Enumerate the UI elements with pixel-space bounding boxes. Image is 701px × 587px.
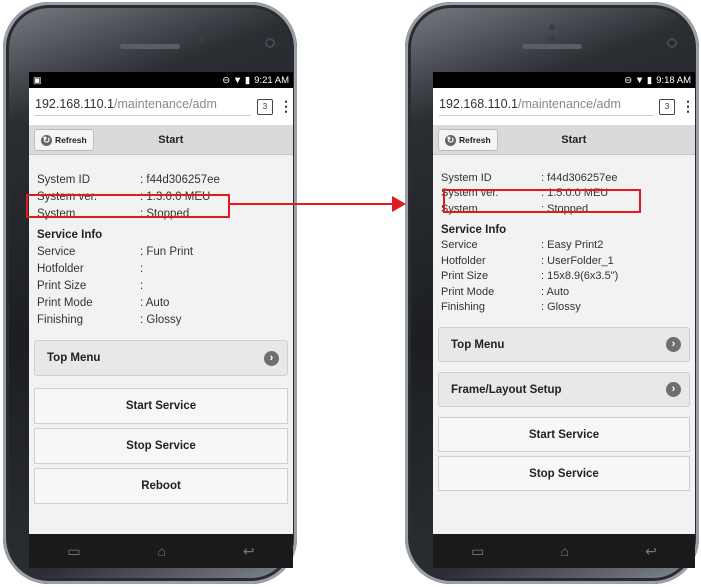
- android-nav-bar: ▭ ⌂ ↩: [433, 534, 695, 568]
- info-row: Finishing: Glossy: [441, 301, 581, 314]
- refresh-button[interactable]: ↻ Refresh: [34, 129, 94, 151]
- frame-layout-setup-button[interactable]: Frame/Layout Setup ›: [438, 372, 690, 407]
- info-row: Hotfolder:: [37, 262, 144, 275]
- refresh-icon: ↻: [41, 134, 52, 146]
- status-bar: ⊖ ▼ ▮ 9:18 AM: [433, 72, 695, 88]
- info-row: Hotfolder: UserFolder_1: [441, 254, 614, 267]
- info-row: Print Size:: [37, 279, 144, 292]
- stop-service-button[interactable]: Stop Service: [438, 456, 690, 491]
- overflow-menu-icon[interactable]: ⋮: [681, 98, 695, 115]
- stop-service-button[interactable]: Stop Service: [34, 428, 288, 464]
- right-phone: ⊖ ▼ ▮ 9:18 AM 192.168.110.1/maintenance/…: [405, 2, 699, 584]
- speaker-grille: [522, 44, 582, 49]
- info-row: System ID: f44d306257ee: [37, 173, 220, 186]
- sensor-dot: [199, 24, 205, 30]
- info-row: Service: Easy Print2: [441, 239, 604, 252]
- service-info-heading: Service Info: [37, 229, 103, 241]
- connector-line: [228, 203, 395, 205]
- top-menu-label: Top Menu: [451, 338, 505, 351]
- top-menu-button[interactable]: Top Menu ›: [34, 340, 288, 376]
- notification-icon: ▣: [33, 74, 42, 85]
- info-row: Print Size: 15x8.9(6x3.5"): [441, 270, 619, 283]
- arrow-right-icon: [392, 196, 406, 212]
- speaker-grille: [120, 44, 180, 49]
- system-info: System ID: f44d306257ee System ver.: 1.5…: [433, 155, 695, 315]
- overflow-menu-icon[interactable]: ⋮: [279, 98, 293, 115]
- sensor-dot: [199, 36, 205, 42]
- top-menu-button[interactable]: Top Menu ›: [438, 327, 690, 362]
- system-info: System ID: f44d306257ee System ver.: 1.3…: [29, 155, 293, 328]
- reboot-button[interactable]: Reboot: [34, 468, 288, 504]
- front-camera: [667, 38, 677, 48]
- browser-url-bar[interactable]: 192.168.110.1/maintenance/adm 3 ⋮: [29, 88, 293, 126]
- info-row: Finishing: Glossy: [37, 313, 182, 326]
- chevron-right-icon: ›: [264, 350, 279, 366]
- back-icon[interactable]: ↩: [645, 543, 657, 560]
- refresh-label: Refresh: [55, 135, 87, 145]
- status-icons: ⊖ ▼ ▮: [222, 74, 251, 86]
- tab-switcher-button[interactable]: 3: [257, 98, 273, 115]
- left-version-highlight: [26, 194, 230, 218]
- refresh-label: Refresh: [459, 135, 491, 145]
- sensor-dot: [549, 36, 555, 42]
- tab-switcher-button[interactable]: 3: [659, 98, 675, 115]
- recent-apps-icon[interactable]: ▭: [67, 543, 80, 560]
- frame-layout-setup-label: Frame/Layout Setup: [451, 383, 562, 396]
- info-row: Print Mode: Auto: [37, 296, 170, 309]
- page-header: ↻ Refresh Start: [29, 126, 293, 155]
- sensor-dot: [549, 24, 555, 30]
- page-title: Start: [158, 134, 184, 146]
- back-icon[interactable]: ↩: [243, 543, 255, 560]
- refresh-button[interactable]: ↻ Refresh: [438, 129, 498, 151]
- home-icon[interactable]: ⌂: [561, 543, 569, 559]
- info-row: Service: Fun Print: [37, 245, 194, 258]
- home-icon[interactable]: ⌂: [158, 543, 166, 559]
- info-row: System ID: f44d306257ee: [441, 171, 618, 184]
- left-phone: ▣ ⊖ ▼ ▮ 9:21 AM 192.168.110.1/maintenanc…: [3, 2, 297, 584]
- recent-apps-icon[interactable]: ▭: [471, 543, 484, 560]
- info-row: Print Mode: Auto: [441, 285, 570, 298]
- chevron-right-icon: ›: [666, 382, 681, 397]
- service-info-heading: Service Info: [441, 223, 507, 236]
- start-service-button[interactable]: Start Service: [34, 388, 288, 424]
- clock: 9:18 AM: [656, 74, 691, 86]
- left-screen: ▣ ⊖ ▼ ▮ 9:21 AM 192.168.110.1/maintenanc…: [29, 72, 293, 534]
- top-menu-label: Top Menu: [47, 352, 101, 364]
- refresh-icon: ↻: [445, 134, 456, 146]
- status-bar: ▣ ⊖ ▼ ▮ 9:21 AM: [29, 72, 293, 88]
- right-version-highlight: [443, 189, 641, 213]
- front-camera: [265, 38, 275, 48]
- browser-url-bar[interactable]: 192.168.110.1/maintenance/adm 3 ⋮: [433, 88, 695, 126]
- start-service-button[interactable]: Start Service: [438, 417, 690, 452]
- url-field[interactable]: 192.168.110.1/maintenance/adm: [35, 97, 251, 116]
- status-icons: ⊖ ▼ ▮: [624, 74, 653, 86]
- right-screen: ⊖ ▼ ▮ 9:18 AM 192.168.110.1/maintenance/…: [433, 72, 695, 534]
- chevron-right-icon: ›: [666, 337, 681, 352]
- url-field[interactable]: 192.168.110.1/maintenance/adm: [439, 97, 653, 116]
- page-title: Start: [561, 134, 587, 146]
- android-nav-bar: ▭ ⌂ ↩: [29, 534, 293, 568]
- clock: 9:21 AM: [254, 74, 289, 86]
- page-header: ↻ Refresh Start: [433, 126, 695, 155]
